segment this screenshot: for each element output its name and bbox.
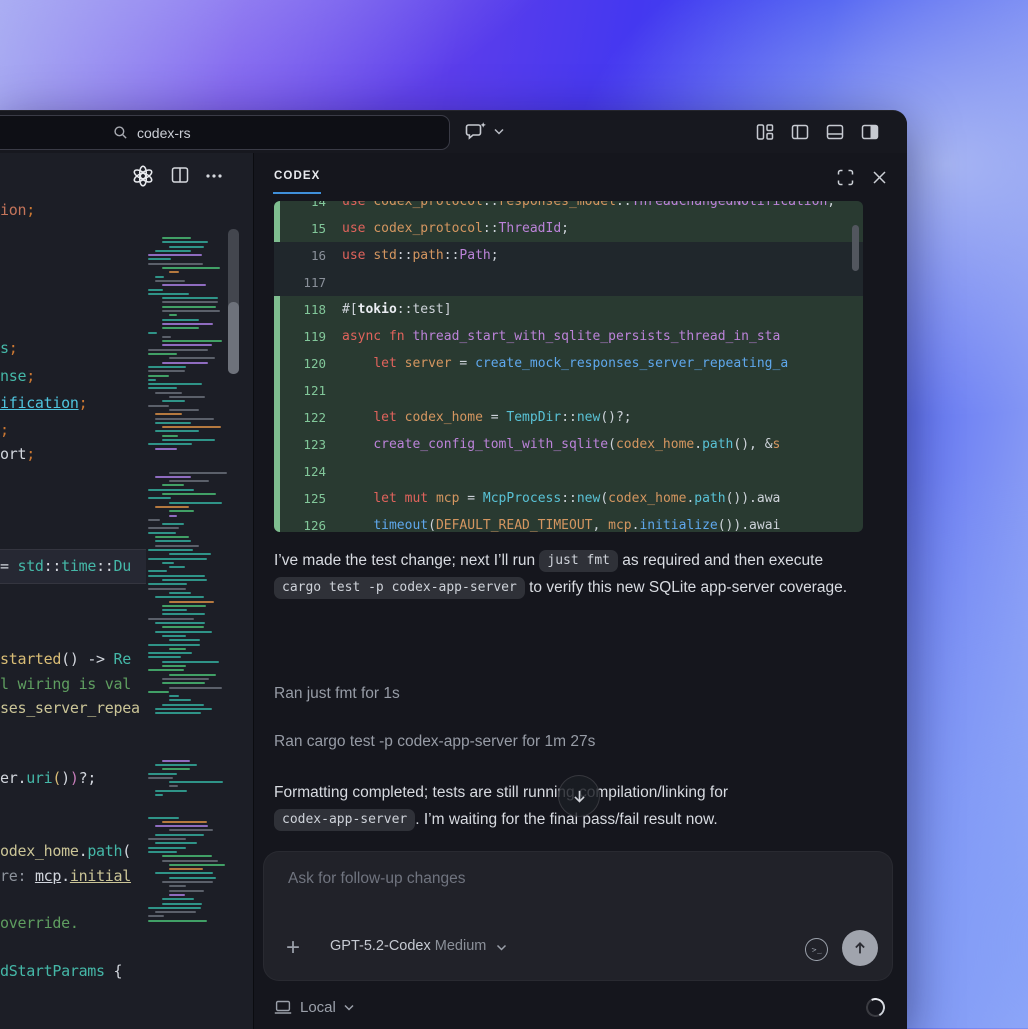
title-bar: codex-rs xyxy=(0,111,907,154)
laptop-icon xyxy=(274,999,292,1015)
arrow-down-icon xyxy=(570,787,589,806)
toggle-panel-icon[interactable] xyxy=(825,122,845,142)
editor-toolbar xyxy=(0,153,253,199)
inline-code-chip: cargo test -p codex-app-server xyxy=(274,577,525,599)
inline-code-chip: just fmt xyxy=(539,550,618,572)
vscode-window: codex-rs xyxy=(0,110,907,1029)
line-number: 125 xyxy=(280,485,342,512)
model-name: GPT-5.2-Codex xyxy=(330,938,431,954)
editor-code-fragment: dStartParams { xyxy=(0,962,122,980)
customize-layout-icon[interactable] xyxy=(755,122,775,142)
line-number: 16 xyxy=(280,242,342,269)
panel-title: CODEX xyxy=(274,170,320,182)
diff-row[interactable]: 124 xyxy=(274,458,863,485)
terminal-badge-icon[interactable]: >_ xyxy=(804,937,830,963)
diff-row[interactable]: 14use codex_protocol::responses_model::T… xyxy=(274,201,863,215)
diff-row[interactable]: 119async fn thread_start_with_sqlite_per… xyxy=(274,323,863,350)
line-number: 120 xyxy=(280,350,342,377)
model-effort: Medium xyxy=(435,938,487,954)
code-line: let server = create_mock_responses_serve… xyxy=(342,350,788,377)
editor-code-fragment: ion; xyxy=(0,201,35,219)
followup-input[interactable]: Ask for follow-up changes xyxy=(288,870,465,888)
editor-code-fragment: ification; xyxy=(0,394,87,412)
loading-spinner xyxy=(864,996,888,1020)
line-number: 118 xyxy=(280,296,342,323)
scroll-to-bottom-button[interactable] xyxy=(558,775,600,817)
editor-code-fragment: ort; xyxy=(0,445,35,463)
inline-code-chip: codex-app-server xyxy=(274,809,415,831)
line-number: 124 xyxy=(280,458,342,485)
line-number: 123 xyxy=(280,431,342,458)
command-center-search[interactable]: codex-rs xyxy=(0,115,450,150)
chevron-down-icon xyxy=(496,944,507,951)
code-line: #[tokio::test] xyxy=(342,296,452,323)
line-number: 122 xyxy=(280,404,342,431)
chevron-down-icon xyxy=(344,1004,354,1011)
add-context-icon[interactable]: + xyxy=(286,933,300,963)
minimap[interactable] xyxy=(148,226,226,940)
diff-row[interactable]: 123 create_config_toml_with_sqlite(codex… xyxy=(274,431,863,458)
assistant-message: I’ve made the test change; next I’ll run… xyxy=(274,547,860,601)
editor-code-fragment: s; xyxy=(0,339,17,357)
line-number: 14 xyxy=(280,201,342,215)
split-editor-icon[interactable] xyxy=(170,165,190,185)
search-query-text: codex-rs xyxy=(137,125,191,141)
editor-pane[interactable]: ion;s;nse;ification;;ort;= std::time::Du… xyxy=(0,153,253,1029)
active-tab-underline xyxy=(273,192,321,194)
model-selector[interactable]: GPT-5.2-Codex Medium xyxy=(330,938,507,954)
chevron-down-icon[interactable] xyxy=(494,128,504,135)
diff-row[interactable]: 15use codex_protocol::ThreadId; xyxy=(274,215,863,242)
editor-code-fragment: odex_home.path( xyxy=(0,842,131,860)
search-icon xyxy=(113,125,128,140)
editor-code-fragment: = std::time::Du xyxy=(0,557,131,575)
diff-row[interactable]: 126 timeout(DEFAULT_READ_TIMEOUT, mcp.in… xyxy=(274,512,863,532)
code-line: create_config_toml_with_sqlite(codex_hom… xyxy=(342,431,780,458)
diff-row[interactable]: 16use std::path::Path; xyxy=(274,242,863,269)
diff-row[interactable]: 122 let codex_home = TempDir::new()?; xyxy=(274,404,863,431)
followup-input-card: Ask for follow-up changes + GPT-5.2-Code… xyxy=(263,851,893,981)
close-icon[interactable] xyxy=(870,168,889,187)
code-line: use codex_protocol::responses_model::Thr… xyxy=(342,201,835,215)
code-line: use std::path::Path; xyxy=(342,242,499,269)
environment-label: Local xyxy=(300,999,336,1016)
line-number: 126 xyxy=(280,512,342,532)
more-actions-icon[interactable] xyxy=(204,169,224,183)
diff-code-block[interactable]: 14use codex_protocol::responses_model::T… xyxy=(274,201,863,532)
diff-row[interactable]: 121 xyxy=(274,377,863,404)
toggle-secondary-sidebar-icon[interactable] xyxy=(860,122,880,142)
openai-logo-icon[interactable] xyxy=(132,165,154,187)
editor-code-fragment: override. xyxy=(0,914,79,932)
editor-code-fragment: started() -> Re xyxy=(0,650,131,668)
line-number: 119 xyxy=(280,323,342,350)
code-line: async fn thread_start_with_sqlite_persis… xyxy=(342,323,780,350)
code-line: let codex_home = TempDir::new()?; xyxy=(342,404,632,431)
editor-code-fragment: l wiring is val xyxy=(0,675,131,693)
diff-row[interactable]: 117 xyxy=(274,269,863,296)
send-button[interactable] xyxy=(842,930,878,966)
expand-icon[interactable] xyxy=(836,168,855,187)
editor-code-fragment: ; xyxy=(0,421,9,439)
send-arrow-up-icon xyxy=(851,939,869,957)
editor-code-fragment: er.uri())?; xyxy=(0,769,96,787)
diff-row[interactable]: 125 let mut mcp = McpProcess::new(codex_… xyxy=(274,485,863,512)
editor-code-fragment: nse; xyxy=(0,367,35,385)
toggle-primary-sidebar-icon[interactable] xyxy=(790,122,810,142)
code-line: use codex_protocol::ThreadId; xyxy=(342,215,569,242)
tool-run-status[interactable]: Ran just fmt for 1s xyxy=(274,685,400,703)
editor-scrollbar-thumb[interactable] xyxy=(228,302,239,374)
line-number: 117 xyxy=(280,269,342,296)
chat-sparkle-icon[interactable] xyxy=(464,120,488,144)
tool-run-status[interactable]: Ran cargo test -p codex-app-server for 1… xyxy=(274,733,595,751)
diff-scrollbar-thumb[interactable] xyxy=(852,225,859,271)
code-line: timeout(DEFAULT_READ_TIMEOUT, mcp.initia… xyxy=(342,512,780,532)
codex-panel: CODEX 14use codex_protocol::responses_mo… xyxy=(254,153,907,1029)
line-number: 121 xyxy=(280,377,342,404)
line-number: 15 xyxy=(280,215,342,242)
diff-row[interactable]: 118#[tokio::test] xyxy=(274,296,863,323)
editor-code-fragment: ses_server_repea xyxy=(0,699,140,717)
environment-selector[interactable]: Local xyxy=(274,995,362,1019)
editor-code-fragment: re: mcp.initial xyxy=(0,867,131,885)
code-line: let mut mcp = McpProcess::new(codex_home… xyxy=(342,485,780,512)
diff-row[interactable]: 120 let server = create_mock_responses_s… xyxy=(274,350,863,377)
